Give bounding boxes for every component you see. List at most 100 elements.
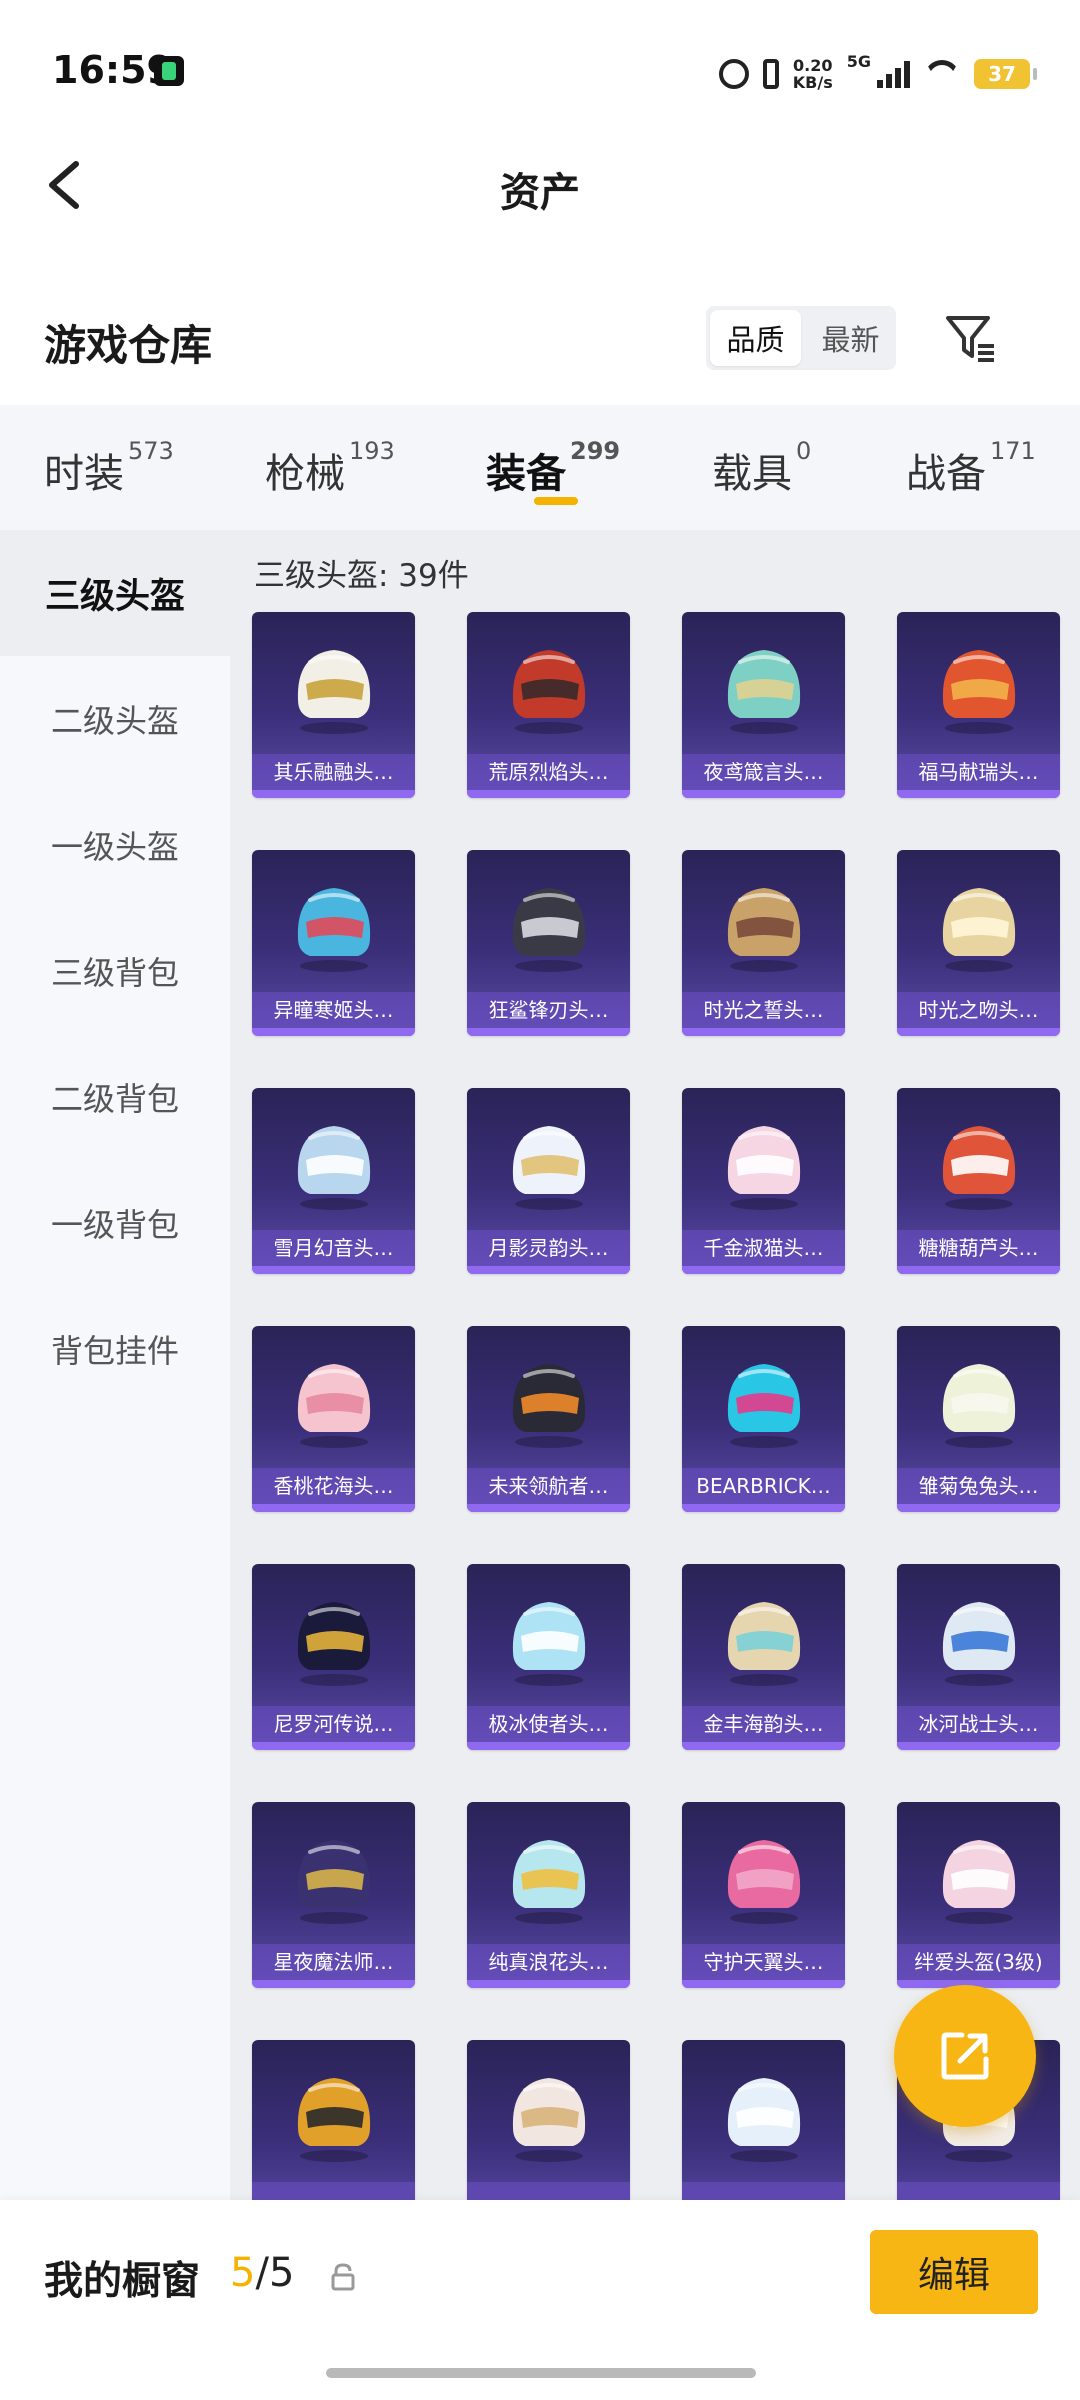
sort-by-newest[interactable]: 最新: [805, 306, 896, 370]
item-card[interactable]: 月影灵韵头…: [467, 1088, 630, 1274]
item-card[interactable]: 福马献瑞头…: [897, 612, 1060, 798]
home-indicator[interactable]: [326, 2368, 756, 2378]
item-name: 荒原烈焰头…: [467, 754, 630, 790]
item-name: 香桃花海头…: [252, 1468, 415, 1504]
helmet-icon: [942, 1840, 1016, 1924]
helmet-icon: [727, 1840, 801, 1924]
filter-icon[interactable]: [942, 310, 998, 366]
tab-count: 193: [349, 437, 395, 465]
helmet-icon: [942, 1602, 1016, 1686]
vibrate-icon: [762, 59, 779, 89]
showcase-label: 我的橱窗: [44, 2259, 201, 2304]
edit-button[interactable]: 编辑: [870, 2230, 1038, 2314]
tab-weapons[interactable]: 枪械 193: [265, 437, 395, 499]
section-title: 三级头盔: 39件: [254, 558, 469, 594]
category-tabs: 时装 573 枪械 193 装备 299 载具 0 战备 171: [0, 405, 1080, 530]
helmet-icon: [297, 1840, 371, 1924]
rarity-bar: [682, 1028, 845, 1036]
sidebar-item-level2-backpack[interactable]: 二级背包: [0, 1034, 230, 1160]
helmet-icon: [297, 888, 371, 972]
item-card[interactable]: 夜鸢箴言头…: [682, 612, 845, 798]
item-card[interactable]: 纯真浪花头…: [467, 1802, 630, 1988]
item-name: 糖糖葫芦头…: [897, 1230, 1060, 1266]
rarity-bar: [252, 790, 415, 798]
item-card[interactable]: 极冰使者头…: [467, 1564, 630, 1750]
showcase-total: 5: [268, 2250, 295, 2296]
rarity-bar: [467, 1742, 630, 1750]
helmet-icon: [512, 1602, 586, 1686]
helmet-icon: [942, 650, 1016, 734]
item-card[interactable]: 异瞳寒姬头…: [252, 850, 415, 1036]
sidebar-item-level2-helmet[interactable]: 二级头盔: [0, 656, 230, 782]
item-name: [252, 2182, 415, 2200]
tab-supplies[interactable]: 战备 171: [906, 437, 1036, 499]
active-tab-indicator: [534, 497, 578, 505]
item-card[interactable]: 雪月幻音头…: [252, 1088, 415, 1274]
rarity-bar: [252, 1504, 415, 1512]
tab-label: 装备: [486, 451, 566, 497]
helmet-icon: [727, 1364, 801, 1448]
item-name: 金丰海韵头…: [682, 1706, 845, 1742]
signal-icon: [877, 60, 910, 88]
item-card[interactable]: [252, 2040, 415, 2200]
helmet-icon: [512, 2078, 586, 2162]
tab-label: 载具: [712, 451, 792, 497]
item-card[interactable]: BEARBRICK…: [682, 1326, 845, 1512]
item-card[interactable]: 未来领航者…: [467, 1326, 630, 1512]
network-speed-unit: KB/s: [792, 73, 833, 92]
item-card[interactable]: 冰河战士头…: [897, 1564, 1060, 1750]
item-card[interactable]: [467, 2040, 630, 2200]
item-name: BEARBRICK…: [682, 1468, 845, 1504]
sidebar-item-level1-helmet[interactable]: 一级头盔: [0, 782, 230, 908]
share-button[interactable]: [894, 1985, 1036, 2127]
item-card[interactable]: 雏菊兔兔头…: [897, 1326, 1060, 1512]
tab-count: 171: [990, 437, 1036, 465]
tab-fashion[interactable]: 时装 573: [44, 437, 174, 499]
battery-level: 37: [988, 62, 1016, 86]
rarity-bar: [252, 1266, 415, 1274]
tab-label: 时装: [44, 451, 124, 497]
item-card[interactable]: 守护天翼头…: [682, 1802, 845, 1988]
item-card[interactable]: 星夜魔法师…: [252, 1802, 415, 1988]
item-card[interactable]: 千金淑猫头…: [682, 1088, 845, 1274]
rarity-bar: [682, 1742, 845, 1750]
tab-label: 战备: [906, 451, 986, 497]
tab-equipment[interactable]: 装备 299: [486, 437, 620, 499]
item-card[interactable]: 尼罗河传说…: [252, 1564, 415, 1750]
rarity-bar: [897, 1742, 1060, 1750]
item-card[interactable]: [682, 2040, 845, 2200]
network-speed: 0.20 KB/s: [793, 57, 833, 91]
item-card[interactable]: 时光之吻头…: [897, 850, 1060, 1036]
sidebar-item-backpack-charm[interactable]: 背包挂件: [0, 1286, 230, 1412]
status-bar: 16:59 0.20 KB/s 5G 37: [0, 0, 1080, 140]
item-card[interactable]: 其乐融融头…: [252, 612, 415, 798]
item-name: [682, 2182, 845, 2200]
sidebar-item-level3-helmet[interactable]: 三级头盔: [0, 530, 230, 656]
item-card[interactable]: 糖糖葫芦头…: [897, 1088, 1060, 1274]
item-card[interactable]: 绊爱头盔(3级): [897, 1802, 1060, 1988]
item-name: 狂鲨锋刃头…: [467, 992, 630, 1028]
helmet-icon: [297, 1126, 371, 1210]
tab-vehicles[interactable]: 载具 0: [712, 437, 811, 499]
showcase-used: 5: [230, 2250, 256, 2296]
rarity-bar: [897, 1504, 1060, 1512]
rarity-bar: [467, 1980, 630, 1988]
rarity-bar: [897, 1266, 1060, 1274]
item-card[interactable]: 荒原烈焰头…: [467, 612, 630, 798]
sort-by-quality[interactable]: 品质: [710, 310, 801, 366]
rarity-bar: [467, 1266, 630, 1274]
rarity-bar: [467, 790, 630, 798]
helmet-icon: [297, 650, 371, 734]
helmet-icon: [512, 1126, 586, 1210]
item-card[interactable]: 时光之誓头…: [682, 850, 845, 1036]
item-name: 星夜魔法师…: [252, 1944, 415, 1980]
item-card[interactable]: 香桃花海头…: [252, 1326, 415, 1512]
rarity-bar: [467, 1504, 630, 1512]
item-card[interactable]: 金丰海韵头…: [682, 1564, 845, 1750]
item-card[interactable]: 狂鲨锋刃头…: [467, 850, 630, 1036]
helmet-icon: [942, 888, 1016, 972]
sidebar-item-level3-backpack[interactable]: 三级背包: [0, 908, 230, 1034]
sidebar-item-level1-backpack[interactable]: 一级背包: [0, 1160, 230, 1286]
helmet-icon: [297, 2078, 371, 2162]
helmet-icon: [512, 1840, 586, 1924]
